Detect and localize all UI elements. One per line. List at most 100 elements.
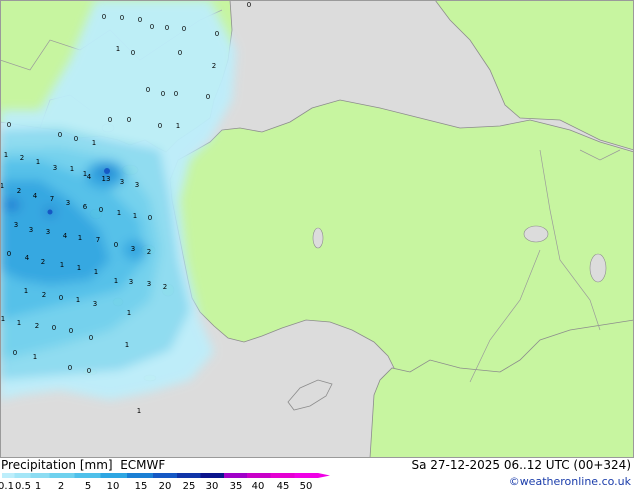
precip-value-label: 4: [25, 254, 30, 262]
scale-label: 45: [277, 481, 290, 490]
precip-value-label: 0: [87, 367, 91, 375]
scale-overflow-arrow: [318, 473, 330, 478]
scale-label: 30: [206, 481, 219, 490]
scale-label: 40: [252, 481, 265, 490]
precip-value-label: 0: [138, 16, 142, 24]
scale-label: 2: [58, 481, 64, 490]
scale-swatch: [74, 473, 101, 478]
precip-value-label: 1: [94, 268, 98, 276]
precip-value-label: 1: [4, 151, 8, 159]
precip-value-label: 0: [158, 122, 162, 130]
scale-swatch: [247, 473, 271, 478]
precip-value-label: 3: [66, 199, 70, 207]
scale-swatch: [49, 473, 75, 478]
scale-swatch: [270, 473, 295, 478]
precip-value-label: 1: [92, 139, 96, 147]
precip-value-label: 2: [147, 248, 151, 256]
precip-value-label: 7: [96, 236, 100, 244]
scale-label: 0.1: [0, 481, 14, 490]
precip-value-label: 3: [120, 178, 124, 186]
precip-value-label: 0: [120, 14, 124, 22]
precip-value-label: 2: [35, 322, 39, 330]
precip-value-label: 0: [127, 116, 131, 124]
precip-value-label: 2: [42, 291, 46, 299]
scale-label: 0.5: [15, 481, 31, 490]
precip-value-label: 0: [114, 241, 118, 249]
precip-value-label: 0: [131, 49, 135, 57]
precip-value-label: 0: [52, 324, 56, 332]
precip-value-label: 1: [36, 158, 40, 166]
precip-value-label: 1: [114, 277, 118, 285]
scale-label: 5: [85, 481, 91, 490]
precip-value-label: 0: [68, 364, 72, 372]
precip-value-label: 3: [129, 278, 133, 286]
precip-value-label: 0: [7, 121, 11, 129]
precip-value-label: 0: [7, 250, 11, 258]
precip-value-label: 1: [116, 45, 120, 53]
precip-value-label: 3: [147, 280, 151, 288]
scale-swatch: [100, 473, 127, 478]
precip-value-label: 1: [33, 353, 37, 361]
precip-value-label: 1: [117, 209, 121, 217]
precip-value-label: 1: [125, 341, 129, 349]
precip-value-label: 6: [83, 203, 88, 211]
precip-value-label: 2: [41, 258, 45, 266]
precip-value-label: 3: [135, 181, 139, 189]
precip-value-label: 0: [206, 93, 210, 101]
legend-title: Precipitation [mm] ECMWF: [1, 458, 165, 472]
scale-swatch: [153, 473, 177, 478]
precip-value-label: 0: [178, 49, 182, 57]
color-scale: 0.1 0.5 1 2 5 10 15 20 25 30 35 40 45 50: [0, 473, 330, 490]
scale-swatch: [14, 473, 31, 478]
scale-swatch: [224, 473, 247, 478]
precip-value-label: 0: [161, 90, 165, 98]
precip-value-label: 0: [108, 116, 112, 124]
precip-value-label: 13: [102, 175, 111, 183]
precip-value-label: 1: [17, 319, 21, 327]
precip-value-label: 0: [247, 1, 251, 9]
scale-label: 1: [35, 481, 41, 490]
model-label: ECMWF: [120, 458, 166, 472]
precip-value-label: 1: [1, 315, 5, 323]
precip-value-label: 0: [99, 206, 103, 214]
parameter-label: Precipitation [mm]: [1, 458, 113, 472]
precip-value-label: 3: [46, 228, 50, 236]
precip-value-label: 0: [13, 349, 17, 357]
precip-value-label: 0: [58, 131, 62, 139]
precip-value-label: 1: [137, 407, 141, 415]
precip-value-label: 2: [17, 187, 21, 195]
precip-value-label: 0: [148, 214, 152, 222]
scale-swatch: [30, 473, 50, 478]
precip-value-label: 4: [33, 192, 38, 200]
precip-value-label: 2: [212, 62, 216, 70]
precip-value-label: 1: [78, 234, 82, 242]
precipitation-map: 0 0 00 0 0001 0 020 0 0 000 00 10 101 2 13 11 4 13 3 3124 7 3…: [0, 0, 634, 458]
precip-value-label: 0: [215, 30, 219, 38]
precip-value-label: 3: [53, 164, 57, 172]
precip-value-label: 3: [93, 300, 97, 308]
lake: [523, 225, 549, 243]
scale-swatch: [177, 473, 201, 478]
precip-value-label: 0: [174, 90, 178, 98]
precip-value-label: 0: [165, 24, 169, 32]
precip-value-label: 0: [69, 327, 73, 335]
scale-swatch: [294, 473, 318, 478]
precip-value-label: 0: [150, 23, 154, 31]
precip-value-label: 1: [70, 165, 74, 173]
precip-value-label: 0: [89, 334, 93, 342]
credit-link[interactable]: ©weatheronline.co.uk: [509, 475, 631, 488]
precip-value-label: 3: [14, 221, 18, 229]
scale-label: 20: [159, 481, 172, 490]
precip-value-label: 4: [87, 173, 92, 181]
scale-label: 15: [135, 481, 148, 490]
precip-value-label: 3: [29, 226, 33, 234]
footer: Precipitation [mm] ECMWF Sa 27-12-2025 0…: [0, 458, 634, 490]
scale-label: 50: [300, 481, 313, 490]
precip-value-label: 1: [60, 261, 64, 269]
precip-value-label: 2: [20, 154, 24, 162]
lake: [589, 253, 607, 283]
precip-value-label: 1: [77, 264, 81, 272]
precip-value-label: 0: [182, 25, 186, 33]
precip-value-label: 0: [146, 86, 150, 94]
precip-value-label: 1: [176, 122, 180, 130]
